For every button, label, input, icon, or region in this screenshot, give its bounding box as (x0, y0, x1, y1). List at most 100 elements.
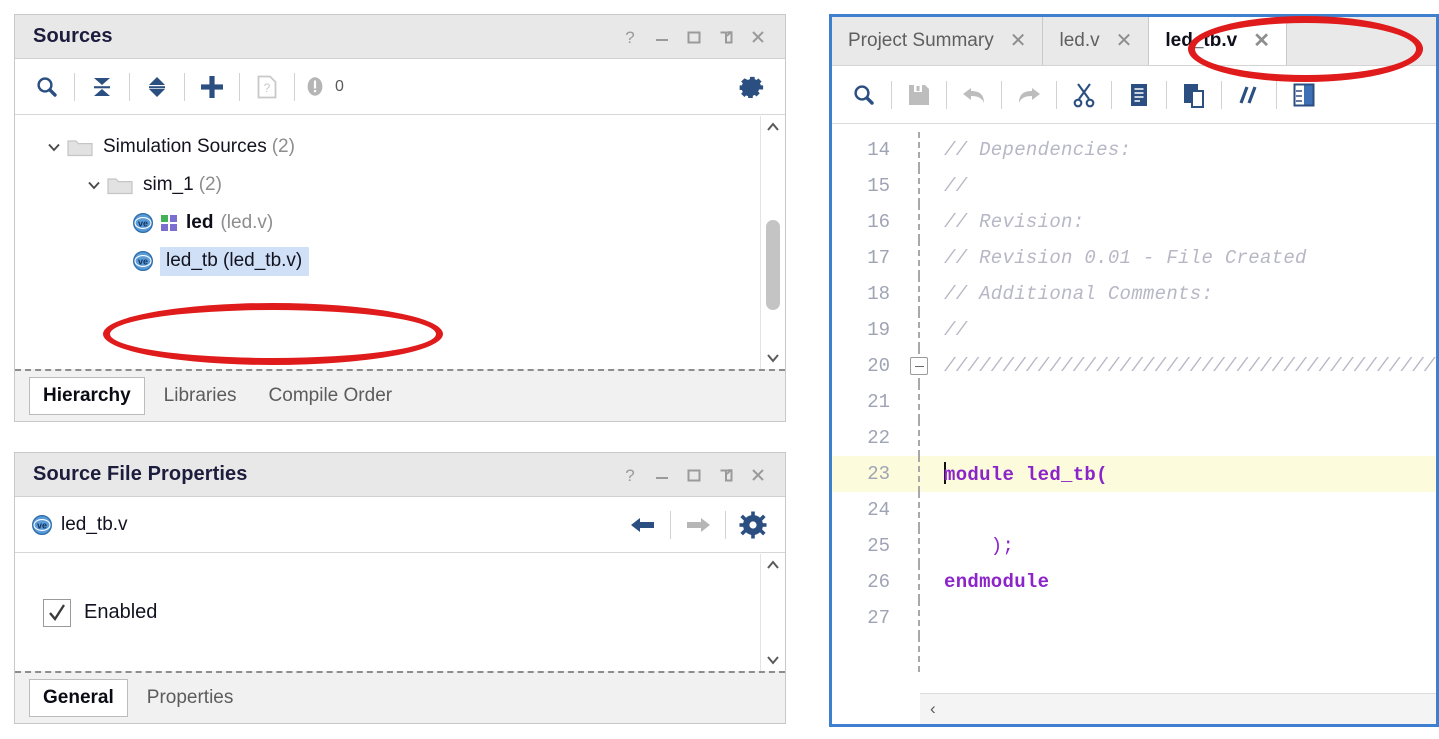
float-icon[interactable] (717, 28, 735, 46)
folder-icon (67, 137, 93, 157)
warning-badge[interactable]: 0 (302, 67, 344, 107)
scroll-left-icon[interactable]: ‹ (930, 699, 936, 719)
close-icon[interactable]: ✕ (1010, 31, 1027, 51)
gear-icon[interactable] (733, 67, 773, 107)
close-icon[interactable]: ✕ (1253, 31, 1270, 51)
verilog-icon: ve (132, 212, 154, 234)
scroll-thumb[interactable] (766, 220, 780, 310)
help-icon[interactable]: ? (621, 28, 639, 46)
fold-gutter (904, 600, 934, 636)
properties-vertical-scrollbar[interactable] (760, 554, 785, 671)
close-icon[interactable] (749, 466, 767, 484)
line-text: // Dependencies: (944, 139, 1132, 161)
enabled-checkbox[interactable] (43, 598, 71, 627)
divider (725, 510, 726, 539)
fold-collapse-icon[interactable] (910, 357, 928, 375)
column-icon[interactable] (1284, 75, 1324, 115)
fold-gutter[interactable] (904, 348, 934, 384)
code-line-active[interactable]: 23 module led_tb( (832, 456, 1436, 492)
fold-gutter (904, 636, 934, 672)
page-title: Sources (33, 25, 113, 47)
scroll-track[interactable] (761, 576, 785, 649)
warning-icon[interactable] (302, 67, 328, 107)
code-line[interactable]: 22 (832, 420, 1436, 456)
code-line[interactable]: 21 (832, 384, 1436, 420)
fold-gutter (904, 456, 934, 492)
code-content[interactable]: 14 // Dependencies: 15 // 16 // Revision… (832, 124, 1436, 724)
code-line[interactable]: 17 // Revision 0.01 - File Created (832, 240, 1436, 276)
tab-general[interactable]: General (29, 679, 128, 717)
paste-icon[interactable] (1174, 75, 1214, 115)
code-line[interactable]: 14 // Dependencies: (832, 132, 1436, 168)
code-line[interactable]: 26 endmodule (832, 564, 1436, 600)
help-icon[interactable]: ? (621, 466, 639, 484)
copy-icon[interactable] (1119, 75, 1159, 115)
maximize-icon[interactable] (685, 28, 703, 46)
tree-item-count: (2) (271, 136, 295, 157)
collapse-all-icon[interactable] (82, 67, 122, 107)
plus-icon[interactable] (192, 67, 232, 107)
minimize-icon[interactable] (653, 466, 671, 484)
tree-item-led_tb[interactable]: ve led_tb (led_tb.v) (15, 242, 761, 280)
save-icon[interactable] (899, 75, 939, 115)
code-line[interactable]: 24 (832, 492, 1436, 528)
tab-project-summary[interactable]: Project Summary ✕ (832, 17, 1044, 65)
tree-item-label: sim_1 (143, 174, 194, 195)
report-file-icon[interactable]: ? (247, 67, 287, 107)
search-icon[interactable] (27, 67, 67, 107)
scroll-up-icon[interactable] (766, 554, 780, 576)
tab-led-tb-v[interactable]: led_tb.v ✕ (1149, 17, 1287, 65)
sources-title-bar: Sources ? (15, 15, 785, 59)
tree-item-sim_1[interactable]: sim_1 (2) (15, 166, 761, 204)
sources-toolbar: ? 0 (15, 59, 785, 115)
comment-icon[interactable] (1229, 75, 1269, 115)
close-icon[interactable]: ✕ (1116, 31, 1133, 51)
cut-icon[interactable] (1064, 75, 1104, 115)
scroll-up-icon[interactable] (766, 116, 780, 138)
expand-all-icon[interactable] (137, 67, 177, 107)
tab-compile-order[interactable]: Compile Order (256, 378, 406, 414)
line-number: 16 (867, 211, 890, 233)
editor-horizontal-scrollbar[interactable]: ‹ (920, 693, 1436, 724)
close-icon[interactable] (749, 28, 767, 46)
tree-item-led[interactable]: ve led (led.v) (15, 204, 761, 242)
scroll-down-icon[interactable] (766, 347, 780, 369)
arrow-right-icon[interactable] (678, 505, 718, 545)
scroll-down-icon[interactable] (766, 649, 780, 671)
gear-icon[interactable] (733, 505, 773, 545)
tab-label: Project Summary (848, 30, 994, 51)
chevron-down-icon[interactable] (41, 139, 67, 155)
code-line-empty (832, 636, 1436, 672)
arrow-left-icon[interactable] (623, 505, 663, 545)
float-icon[interactable] (717, 466, 735, 484)
enabled-checkbox-row[interactable]: Enabled (43, 598, 157, 627)
code-line[interactable]: 25 ); (832, 528, 1436, 564)
tab-led-v[interactable]: led.v ✕ (1043, 17, 1150, 65)
code-line[interactable]: 16 // Revision: (832, 204, 1436, 240)
code-line[interactable]: 18 // Additional Comments: (832, 276, 1436, 312)
code-line[interactable]: 27 (832, 600, 1436, 636)
code-lines: 14 // Dependencies: 15 // 16 // Revision… (832, 132, 1436, 672)
sources-vertical-scrollbar[interactable] (760, 116, 785, 369)
tab-properties[interactable]: Properties (134, 680, 247, 716)
code-line[interactable]: 20 /////////////////////////////////////… (832, 348, 1436, 384)
search-icon[interactable] (844, 75, 884, 115)
line-text: ////////////////////////////////////////… (944, 355, 1436, 377)
line-text: module led_tb( (944, 464, 1108, 486)
maximize-icon[interactable] (685, 466, 703, 484)
sources-tab-strip: Hierarchy Libraries Compile Order (15, 369, 785, 421)
line-text: // (944, 319, 968, 341)
scroll-track[interactable] (761, 138, 785, 347)
tree-item-count: (2) (198, 174, 222, 195)
tree-item-simulation-sources[interactable]: Simulation Sources (2) (15, 128, 761, 166)
undo-icon[interactable] (954, 75, 994, 115)
minimize-icon[interactable] (653, 28, 671, 46)
code-line[interactable]: 15 // (832, 168, 1436, 204)
code-line[interactable]: 19 // (832, 312, 1436, 348)
chevron-down-icon[interactable] (81, 177, 107, 193)
tab-hierarchy[interactable]: Hierarchy (29, 377, 145, 415)
divider (1166, 80, 1167, 109)
sources-tree[interactable]: Simulation Sources (2) sim_1 (2) ve led … (15, 116, 785, 369)
tab-libraries[interactable]: Libraries (151, 378, 250, 414)
redo-icon[interactable] (1009, 75, 1049, 115)
